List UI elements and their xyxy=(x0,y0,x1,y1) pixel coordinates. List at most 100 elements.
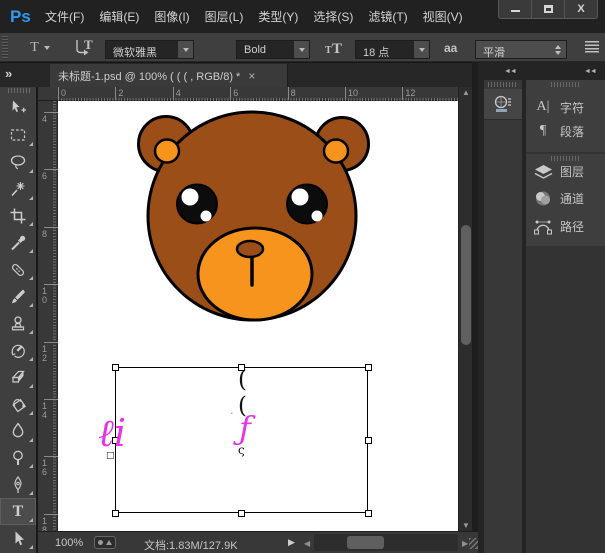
style-dropdown-icon xyxy=(294,41,309,58)
character-panel-icon: A| xyxy=(526,99,560,115)
magic-wand-tool[interactable] xyxy=(0,176,36,203)
blur-tool[interactable] xyxy=(0,418,36,445)
move-tool[interactable] xyxy=(0,95,36,122)
transform-handle[interactable] xyxy=(365,364,372,371)
crop-tool[interactable] xyxy=(0,203,36,230)
titlebar: Ps 文件(F) 编辑(E) 图像(I) 图层(L) 类型(Y) 选择(S) 滤… xyxy=(0,0,605,33)
horizontal-scrollbar[interactable] xyxy=(314,534,458,551)
panel-menu-icon[interactable] xyxy=(585,41,599,54)
history-brush-tool[interactable] xyxy=(0,337,36,364)
tool-preset-picker[interactable]: T xyxy=(22,38,58,57)
tab-bar: » 未标题-1.psd @ 100% ( ( ( , RGB/8) * × xyxy=(0,62,478,87)
collapse-panels[interactable]: ◄◄ xyxy=(584,68,596,75)
tab-close-icon[interactable]: × xyxy=(248,69,255,83)
channels-panel-icon xyxy=(526,190,560,207)
panel-group-layers: 图层 通道 xyxy=(526,154,605,246)
anti-alias-select[interactable]: 平滑 xyxy=(475,40,567,59)
panel-tab-paths[interactable]: 路径 xyxy=(526,213,605,240)
photoshop-logo: Ps xyxy=(10,7,31,27)
horizontal-ruler: 024681012 xyxy=(38,87,458,101)
panel-column: A| 字符 ¶ 段落 图层 xyxy=(526,80,605,553)
transform-handle[interactable] xyxy=(365,510,372,517)
document-title: 未标题-1.psd @ 100% ( ( ( , RGB/8) * xyxy=(58,68,240,84)
transform-handle[interactable] xyxy=(365,437,372,444)
text-layer-glyph: ℓi xyxy=(98,411,126,456)
clone-stamp-tool[interactable] xyxy=(0,310,36,337)
document-tab[interactable]: 未标题-1.psd @ 100% ( ( ( , RGB/8) * × xyxy=(50,64,288,88)
scroll-up-icon[interactable]: ▲ xyxy=(462,88,470,97)
resize-grip[interactable] xyxy=(469,538,478,549)
anti-alias-icon: aa xyxy=(444,41,457,55)
tools-panel: T xyxy=(0,87,38,553)
options-bar-grip[interactable] xyxy=(2,36,8,59)
minimize-button[interactable] xyxy=(499,0,532,18)
text-layer-glyph: ƒ xyxy=(239,409,251,447)
window-controls: X xyxy=(498,0,598,19)
vertical-ruler: 4681012141618 xyxy=(38,101,58,531)
font-dropdown-icon xyxy=(178,41,193,58)
maximize-button[interactable] xyxy=(532,0,565,18)
menu-filter[interactable]: 滤镜(T) xyxy=(368,8,407,25)
scroll-left-icon[interactable]: ◀ xyxy=(304,539,310,548)
dodge-tool[interactable] xyxy=(0,445,36,472)
font-size-icon: T T xyxy=(324,39,346,57)
collapse-icon-strip[interactable]: ◄◄ xyxy=(504,68,516,75)
vertical-scroll-thumb[interactable] xyxy=(461,225,471,345)
healing-brush-tool[interactable] xyxy=(0,256,36,283)
font-size-select[interactable]: 18 点 xyxy=(355,40,430,59)
status-flyout-icon[interactable]: ▶ xyxy=(288,537,295,548)
adobe-drive-icon[interactable] xyxy=(94,536,116,549)
svg-text:T: T xyxy=(84,37,93,52)
paint-bucket-tool[interactable] xyxy=(0,391,36,418)
layers-panel-icon xyxy=(526,164,560,180)
icon-strip-grip[interactable] xyxy=(488,82,518,87)
properties-panel-icon[interactable] xyxy=(484,89,522,120)
menu-edit[interactable]: 编辑(E) xyxy=(99,8,139,25)
menu-view[interactable]: 视图(V) xyxy=(423,8,463,25)
transform-handle[interactable] xyxy=(112,510,119,517)
eraser-tool[interactable] xyxy=(0,364,36,391)
transform-handle[interactable] xyxy=(112,364,119,371)
lasso-tool[interactable] xyxy=(0,149,36,176)
horizontal-scroll-thumb[interactable] xyxy=(347,536,384,549)
eyedropper-tool[interactable] xyxy=(0,229,36,256)
panel-icon-strip xyxy=(484,80,522,553)
font-family-select[interactable]: 微软雅黑 xyxy=(105,40,194,59)
expand-panels-icon[interactable]: » xyxy=(5,66,10,81)
options-bar: T T 微软雅黑 Bold T T 18 点 aa 平滑 xyxy=(0,33,605,62)
text-orientation-icon[interactable]: T xyxy=(72,37,96,58)
brush-tool[interactable] xyxy=(0,283,36,310)
paths-panel-icon xyxy=(526,219,560,235)
text-layer-glyph: ( xyxy=(238,367,247,393)
panel-group-grip[interactable] xyxy=(551,82,581,87)
menu-type[interactable]: 类型(Y) xyxy=(258,8,298,25)
scroll-down-icon[interactable]: ▼ xyxy=(462,521,470,530)
chevron-down-icon xyxy=(44,46,50,50)
toolbar-grip[interactable] xyxy=(8,88,30,93)
paragraph-panel-icon: ¶ xyxy=(526,123,560,139)
vertical-scrollbar[interactable]: ▲ ▼ xyxy=(458,87,472,531)
minimize-icon xyxy=(511,10,520,12)
zoom-level[interactable]: 100% xyxy=(55,537,83,549)
panel-tab-paragraph[interactable]: ¶ 段落 xyxy=(526,117,605,145)
close-button[interactable]: X xyxy=(565,0,597,18)
font-style-select[interactable]: Bold xyxy=(236,40,310,59)
marquee-tool[interactable] xyxy=(0,122,36,149)
path-selection-tool[interactable] xyxy=(0,525,36,552)
pen-tool[interactable] xyxy=(0,471,36,498)
menu-select[interactable]: 选择(S) xyxy=(313,8,353,25)
transform-handle[interactable] xyxy=(238,510,245,517)
type-tool-icon: T xyxy=(30,40,39,56)
svg-text:T: T xyxy=(325,45,332,56)
document-info: 文档:1.83M/127.9K xyxy=(144,537,238,553)
menu-image[interactable]: 图像(I) xyxy=(154,8,189,25)
canvas[interactable]: ℓi□((ƒς· xyxy=(58,101,458,531)
menubar: 文件(F) 编辑(E) 图像(I) 图层(L) 类型(Y) 选择(S) 滤镜(T… xyxy=(45,0,463,33)
panel-tab-layers[interactable]: 图层 xyxy=(526,158,605,185)
type-tool[interactable]: T xyxy=(0,498,36,525)
spinner-icons xyxy=(555,45,561,55)
scroll-right-icon[interactable]: ▶ xyxy=(462,539,468,548)
menu-file[interactable]: 文件(F) xyxy=(45,8,84,25)
panel-tab-channels[interactable]: 通道 xyxy=(526,185,605,212)
menu-layer[interactable]: 图层(L) xyxy=(205,8,244,25)
